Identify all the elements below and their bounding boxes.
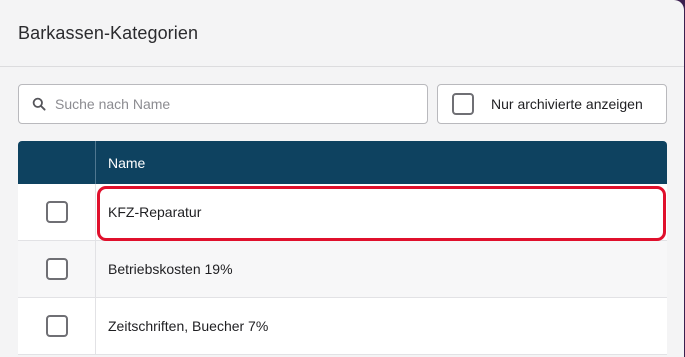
row-checkbox[interactable] xyxy=(45,258,68,280)
archived-only-toggle[interactable]: Nur archivierte anzeigen xyxy=(437,84,667,124)
row-select-cell xyxy=(18,298,96,354)
table-body: KFZ-Reparatur Betriebskosten 19% Zeitsch… xyxy=(18,184,667,355)
toolbar: Nur archivierte anzeigen xyxy=(18,84,667,124)
page-title: Barkassen-Kategorien xyxy=(18,22,199,43)
search-field[interactable] xyxy=(18,84,428,124)
row-name[interactable]: Zeitschriften, Buecher 7% xyxy=(96,298,667,354)
archived-only-checkbox[interactable] xyxy=(452,93,474,115)
row-name[interactable]: KFZ-Reparatur xyxy=(96,184,667,240)
row-select-cell xyxy=(18,184,96,240)
categories-table: Name KFZ-Reparatur Betriebskosten 19% Ze… xyxy=(18,141,667,355)
panel-header: Barkassen-Kategorien xyxy=(0,0,684,67)
row-name[interactable]: Betriebskosten 19% xyxy=(96,241,667,297)
row-checkbox[interactable] xyxy=(45,201,68,223)
search-icon xyxy=(32,97,46,111)
row-select-cell xyxy=(18,241,96,297)
categories-panel: Barkassen-Kategorien Nur archivierte anz… xyxy=(0,0,684,357)
table-row[interactable]: KFZ-Reparatur xyxy=(18,184,667,241)
table-row[interactable]: Betriebskosten 19% xyxy=(18,241,667,298)
table-row[interactable]: Zeitschriften, Buecher 7% xyxy=(18,298,667,355)
search-input[interactable] xyxy=(55,96,395,112)
row-checkbox[interactable] xyxy=(45,315,68,337)
table-header: Name xyxy=(18,141,667,184)
select-column-header xyxy=(18,141,96,184)
archived-only-label: Nur archivierte anzeigen xyxy=(491,96,643,112)
name-column-header[interactable]: Name xyxy=(96,141,667,184)
